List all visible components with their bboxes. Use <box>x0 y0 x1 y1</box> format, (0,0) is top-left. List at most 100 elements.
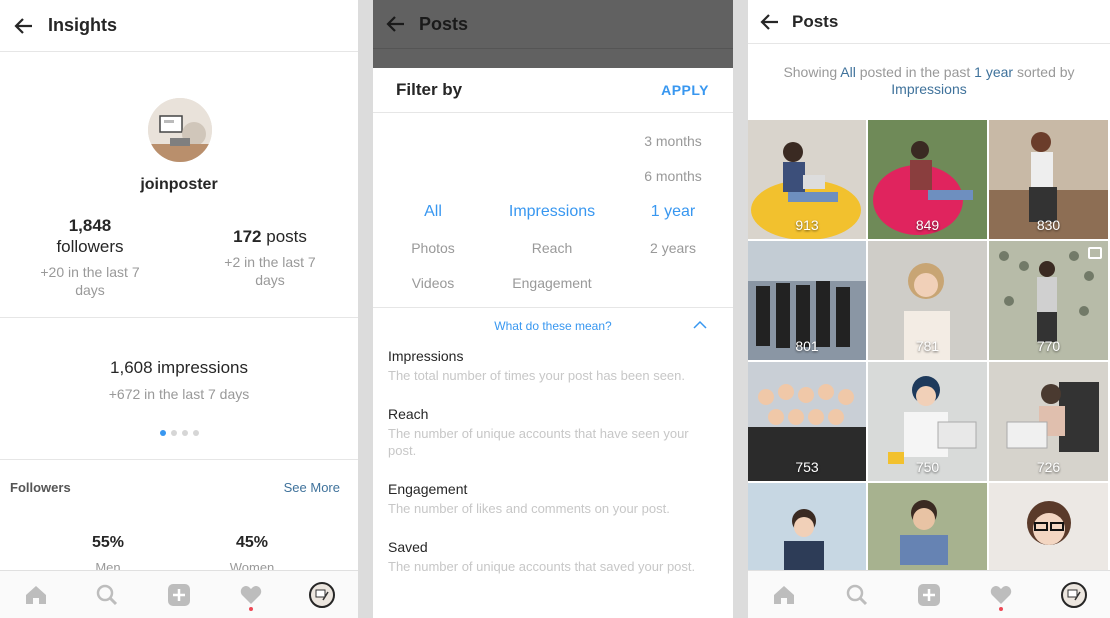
filter-header: Filter by APPLY <box>373 68 733 113</box>
post-thumbnail[interactable]: 830 <box>989 120 1108 239</box>
definition-term: Reach <box>388 406 429 422</box>
posts-change: +2 in the last 7 days <box>224 254 316 288</box>
home-icon <box>25 585 46 604</box>
multiple-photos-icon <box>1088 247 1102 259</box>
summary-sort[interactable]: Impressions <box>891 81 966 97</box>
option-videos[interactable]: Videos <box>373 275 493 291</box>
gender-women: 45% Women <box>202 534 302 575</box>
followers-change: +20 in the last 7 days <box>40 264 140 298</box>
impression-count: 801 <box>795 338 819 354</box>
nav-add[interactable] <box>161 577 197 613</box>
carousel-dot <box>171 430 177 436</box>
summary-period[interactable]: 1 year <box>974 64 1013 80</box>
nav-home[interactable] <box>18 577 54 613</box>
option-6-months[interactable]: 6 months <box>613 168 733 184</box>
option-reach[interactable]: Reach <box>492 240 612 256</box>
dim-overlay[interactable] <box>373 48 733 68</box>
summary-text: Showing <box>783 64 841 80</box>
carousel-dot <box>193 430 199 436</box>
post-thumbnail[interactable]: 781 <box>868 241 987 360</box>
impressions-count: 1,608 impressions <box>110 358 248 377</box>
nav-add[interactable] <box>911 577 947 613</box>
impression-count: 753 <box>795 459 819 475</box>
nav-search[interactable] <box>839 577 875 613</box>
posts-header: Posts <box>748 0 1110 44</box>
nav-activity[interactable] <box>983 577 1019 613</box>
summary-type[interactable]: All <box>840 64 856 80</box>
followers-section: Followers See More 55% Men 45% Women <box>0 460 358 575</box>
impressions-card[interactable]: 1,608 impressions +672 in the last 7 day… <box>0 318 358 460</box>
heart-icon <box>240 585 261 604</box>
username[interactable]: joinposter <box>0 176 358 194</box>
notification-dot <box>248 606 253 611</box>
filter-options: 3 months 6 months All Impressions 1 year… <box>373 113 733 308</box>
post-thumbnail[interactable]: 801 <box>748 241 866 360</box>
posts-grid: 913 849 830 801 781 770 753 750 726 <box>748 120 1110 602</box>
arrow-left-icon <box>14 17 32 34</box>
what-do-these-mean-link[interactable]: What do these mean? <box>494 319 611 333</box>
impression-count: 849 <box>915 217 940 233</box>
insights-header: Insights <box>0 0 358 52</box>
back-button[interactable] <box>0 0 48 52</box>
search-icon <box>97 584 118 605</box>
apply-button[interactable]: APPLY <box>661 82 709 98</box>
post-thumbnail[interactable]: 750 <box>868 362 987 481</box>
nav-profile[interactable] <box>1056 577 1092 613</box>
section-title: Followers <box>10 480 71 495</box>
option-2-years[interactable]: 2 years <box>613 240 733 256</box>
impression-count: 830 <box>1036 217 1061 233</box>
post-thumbnail[interactable]: 753 <box>748 362 866 481</box>
nav-search[interactable] <box>89 577 125 613</box>
definition-term: Engagement <box>388 481 468 497</box>
posts-label: posts <box>266 227 307 246</box>
option-1-year[interactable]: 1 year <box>613 203 733 221</box>
carousel-dot <box>160 430 166 436</box>
definition-desc: The number of unique accounts that have … <box>388 426 689 458</box>
chevron-up-icon[interactable] <box>693 320 707 329</box>
impression-count: 913 <box>795 217 819 233</box>
back-button[interactable] <box>748 13 792 31</box>
definition-reach: Reach The number of unique accounts that… <box>373 406 733 459</box>
impression-count: 781 <box>915 338 940 354</box>
definition-impressions: Impressions The total number of times yo… <box>373 348 733 384</box>
poster-logo <box>1067 589 1081 600</box>
option-all[interactable]: All <box>373 203 493 221</box>
posts-stat[interactable]: 172 posts +2 in the last 7 days <box>210 226 330 289</box>
profile-photo <box>148 98 212 162</box>
option-engagement[interactable]: Engagement <box>492 275 612 291</box>
filter-title: Filter by <box>396 80 463 99</box>
posts-count: 172 <box>233 227 262 246</box>
impression-count: 770 <box>1036 338 1061 354</box>
summary-text: sorted by <box>1013 64 1075 80</box>
see-more-link[interactable]: See More <box>284 480 340 495</box>
posts-grid-screen: Posts Showing All posted in the past 1 y… <box>748 0 1110 618</box>
nav-profile[interactable] <box>304 577 340 613</box>
post-thumbnail[interactable]: 913 <box>748 120 866 239</box>
option-impressions[interactable]: Impressions <box>492 203 612 221</box>
carousel-indicator <box>160 430 199 436</box>
heart-icon <box>991 585 1012 604</box>
profile-summary: joinposter 1,848 followers +20 in the la… <box>0 52 358 318</box>
impression-count: 750 <box>915 459 940 475</box>
nav-home[interactable] <box>766 577 802 613</box>
definitions-toggle[interactable]: What do these mean? <box>373 308 733 344</box>
post-thumbnail[interactable]: 849 <box>868 120 987 239</box>
option-3-months[interactable]: 3 months <box>613 133 733 149</box>
page-title: Insights <box>48 15 118 35</box>
option-photos[interactable]: Photos <box>373 240 493 256</box>
definition-desc: The number of likes and comments on your… <box>388 501 670 516</box>
nav-activity[interactable] <box>233 577 269 613</box>
followers-stat: 1,848 followers +20 in the last 7 days <box>30 215 150 299</box>
page-title: Posts <box>792 11 839 31</box>
dimmed-header: Posts <box>373 0 733 48</box>
impressions-change: +672 in the last 7 days <box>108 386 250 402</box>
definition-term: Saved <box>388 539 428 555</box>
post-thumbnail[interactable]: 770 <box>989 241 1108 360</box>
bottom-nav <box>0 570 358 618</box>
filter-summary[interactable]: Showing All posted in the past 1 year so… <box>748 44 1110 120</box>
avatar[interactable] <box>148 98 212 162</box>
profile-avatar-icon <box>309 581 336 608</box>
back-button[interactable] <box>373 15 419 33</box>
post-thumbnail[interactable]: 726 <box>989 362 1108 481</box>
search-icon <box>846 584 867 605</box>
